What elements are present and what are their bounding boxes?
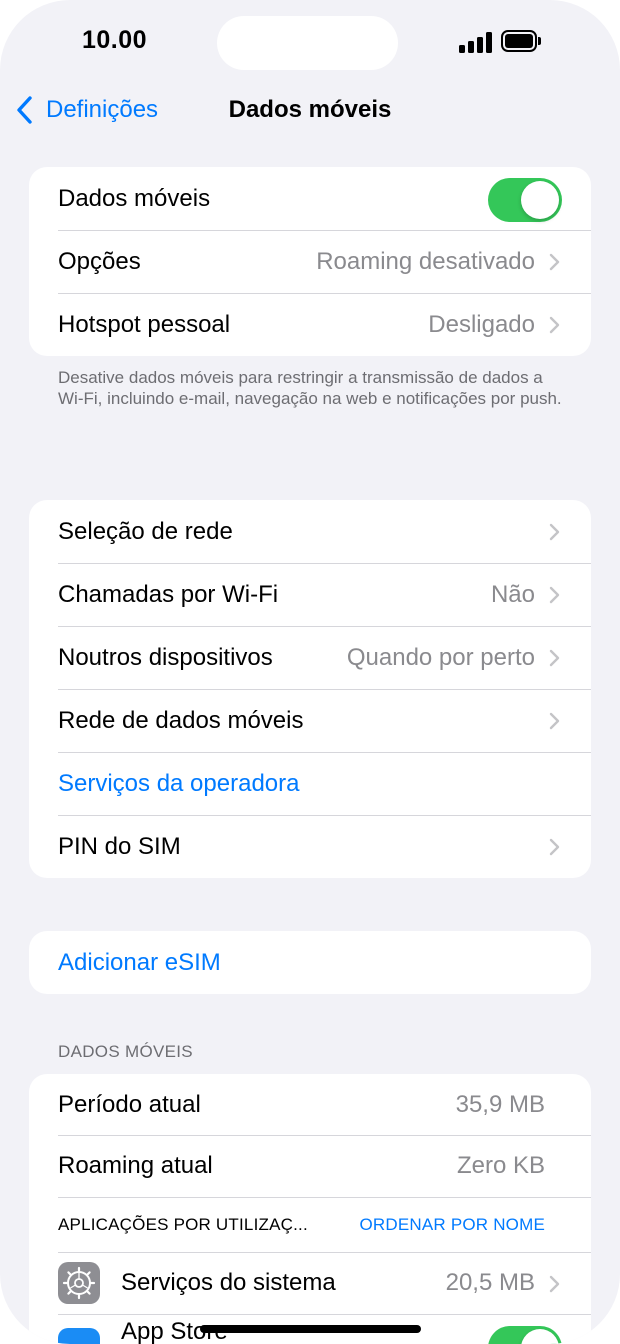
sort-by-name-button[interactable]: ORDENAR POR NOME <box>360 1215 546 1235</box>
sim-pin-row[interactable]: PIN do SIM <box>29 815 591 878</box>
cellular-signal-icon <box>459 31 493 53</box>
add-esim-row[interactable]: Adicionar eSIM <box>29 931 591 994</box>
network-settings-group: Seleção de rede Chamadas por Wi-Fi Não N… <box>29 500 591 878</box>
chevron-right-icon <box>549 838 560 856</box>
cellular-data-footnote: Desative dados móveis para restringir a … <box>58 368 562 408</box>
chevron-right-icon <box>549 1275 560 1293</box>
chevron-right-icon <box>549 316 560 334</box>
add-esim-button[interactable]: Adicionar eSIM <box>58 949 221 977</box>
usage-section-header: DADOS MÓVEIS <box>58 1042 193 1061</box>
dynamic-island <box>217 16 398 70</box>
usage-group: Período atual 35,9 MB Roaming atual Zero… <box>29 1074 591 1344</box>
chevron-right-icon <box>549 649 560 667</box>
apps-by-usage-label: APLICAÇÕES POR UTILIZAÇ... <box>58 1214 308 1234</box>
cellular-data-row: Dados móveis <box>29 167 591 230</box>
esim-group: Adicionar eSIM <box>29 931 591 994</box>
options-label: Opções <box>58 247 141 275</box>
cellular-data-group: Dados móveis Opções Roaming desativado H… <box>29 167 591 356</box>
cellular-data-network-row[interactable]: Rede de dados móveis <box>29 689 591 752</box>
cellular-data-toggle[interactable] <box>488 178 562 222</box>
network-selection-label: Seleção de rede <box>58 517 233 545</box>
battery-icon <box>501 30 541 52</box>
current-period-label: Período atual <box>58 1090 201 1118</box>
status-time: 10.00 <box>82 26 148 54</box>
options-value: Roaming desativado <box>316 247 535 275</box>
current-roaming-label: Roaming atual <box>58 1152 213 1179</box>
personal-hotspot-value: Desligado <box>428 310 535 338</box>
cellular-data-network-label: Rede de dados móveis <box>58 706 304 734</box>
home-indicator[interactable] <box>200 1325 421 1333</box>
cellular-data-label: Dados móveis <box>58 184 211 212</box>
other-devices-label: Noutros dispositivos <box>58 643 273 671</box>
carrier-services-link[interactable]: Serviços da operadora <box>58 770 299 798</box>
chevron-right-icon <box>549 253 560 271</box>
app-store-data-toggle[interactable] <box>488 1326 562 1344</box>
other-devices-value: Quando por perto <box>346 643 535 671</box>
personal-hotspot-label: Hotspot pessoal <box>58 310 231 338</box>
wifi-calling-value: Não <box>490 580 535 608</box>
network-selection-row[interactable]: Seleção de rede <box>29 500 591 563</box>
app-store-icon <box>58 1328 100 1344</box>
navigation-bar: Definições Dados móveis <box>0 86 620 132</box>
options-row[interactable]: Opções Roaming desativado <box>29 230 591 293</box>
carrier-services-row[interactable]: Serviços da operadora <box>29 752 591 815</box>
chevron-right-icon <box>549 712 560 730</box>
wifi-calling-row[interactable]: Chamadas por Wi-Fi Não <box>29 563 591 626</box>
wifi-calling-label: Chamadas por Wi-Fi <box>58 580 279 608</box>
current-period-row: Período atual 35,9 MB <box>29 1074 591 1135</box>
system-services-label: Serviços do sistema <box>121 1269 336 1296</box>
settings-gear-icon <box>58 1262 100 1304</box>
system-services-value: 20,5 MB <box>445 1269 535 1296</box>
chevron-right-icon <box>549 523 560 541</box>
current-roaming-value: Zero KB <box>456 1152 545 1179</box>
apps-header-row: APLICAÇÕES POR UTILIZAÇ... ORDENAR POR N… <box>29 1197 591 1252</box>
personal-hotspot-row[interactable]: Hotspot pessoal Desligado <box>29 293 591 356</box>
page-title: Dados móveis <box>228 96 392 123</box>
status-bar: 10.00 <box>0 0 620 86</box>
other-devices-row[interactable]: Noutros dispositivos Quando por perto <box>29 626 591 689</box>
phone-screen: 10.00 Definições Dados móveis Dados móve… <box>0 0 620 1344</box>
system-services-row[interactable]: Serviços do sistema 20,5 MB <box>29 1252 591 1314</box>
current-roaming-row: Roaming atual Zero KB <box>29 1135 591 1197</box>
current-period-value: 35,9 MB <box>455 1090 545 1118</box>
chevron-right-icon <box>549 586 560 604</box>
sim-pin-label: PIN do SIM <box>58 832 181 860</box>
